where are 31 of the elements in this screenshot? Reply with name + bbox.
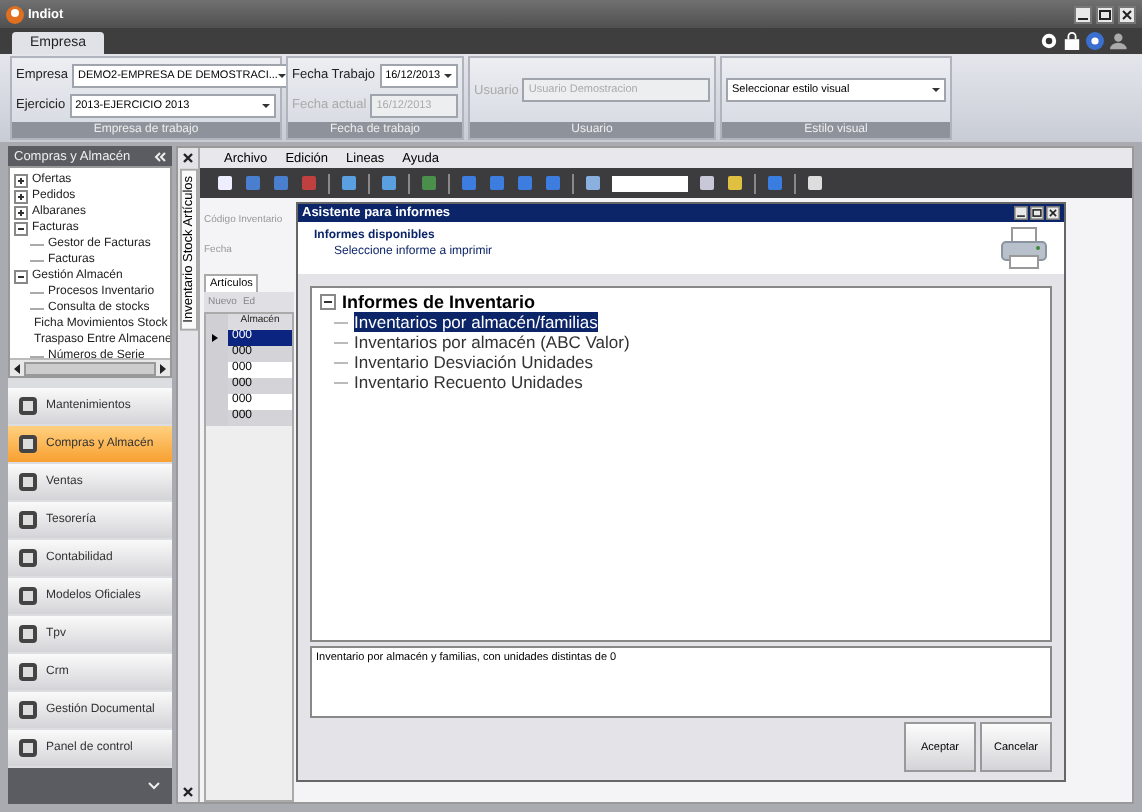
lock-icon[interactable] bbox=[1064, 32, 1080, 50]
maximize-button[interactable] bbox=[1030, 205, 1044, 220]
expand-icon[interactable] bbox=[14, 205, 28, 219]
scroll-left-icon[interactable] bbox=[10, 361, 24, 375]
chevron-down-icon[interactable] bbox=[148, 782, 160, 790]
search-field[interactable] bbox=[612, 175, 688, 191]
report-item[interactable]: Inventario Recuento Unidades bbox=[354, 372, 583, 392]
collapse-icon[interactable] bbox=[14, 269, 28, 283]
expand-icon[interactable] bbox=[14, 173, 28, 187]
minimize-button[interactable] bbox=[1014, 205, 1028, 220]
collapse-icon[interactable] bbox=[320, 294, 336, 310]
app-logo-icon bbox=[6, 5, 24, 23]
grid-corner bbox=[206, 314, 228, 330]
report-item[interactable]: Inventarios por almacén/familias bbox=[354, 312, 598, 332]
horizontal-scrollbar[interactable] bbox=[10, 358, 170, 376]
close-button[interactable] bbox=[1046, 205, 1060, 220]
close-button[interactable] bbox=[1118, 5, 1136, 23]
close-icon[interactable] bbox=[182, 786, 194, 798]
scroll-right-icon[interactable] bbox=[156, 361, 170, 375]
caret-icon bbox=[932, 88, 940, 92]
caret-icon bbox=[444, 73, 452, 77]
close-icon[interactable] bbox=[182, 152, 194, 164]
minimize-button[interactable] bbox=[1074, 5, 1092, 23]
collapse-icon[interactable] bbox=[14, 221, 28, 235]
user-icon[interactable] bbox=[1110, 32, 1130, 50]
caret-icon bbox=[262, 103, 270, 107]
report-item[interactable]: Inventario Desviación Unidades bbox=[354, 352, 594, 372]
report-item[interactable]: Inventarios por almacén (ABC Valor) bbox=[354, 332, 630, 352]
maximize-button[interactable] bbox=[1096, 5, 1114, 23]
tree-group[interactable]: Informes de Inventario bbox=[342, 292, 536, 312]
expand-icon[interactable] bbox=[14, 189, 28, 203]
